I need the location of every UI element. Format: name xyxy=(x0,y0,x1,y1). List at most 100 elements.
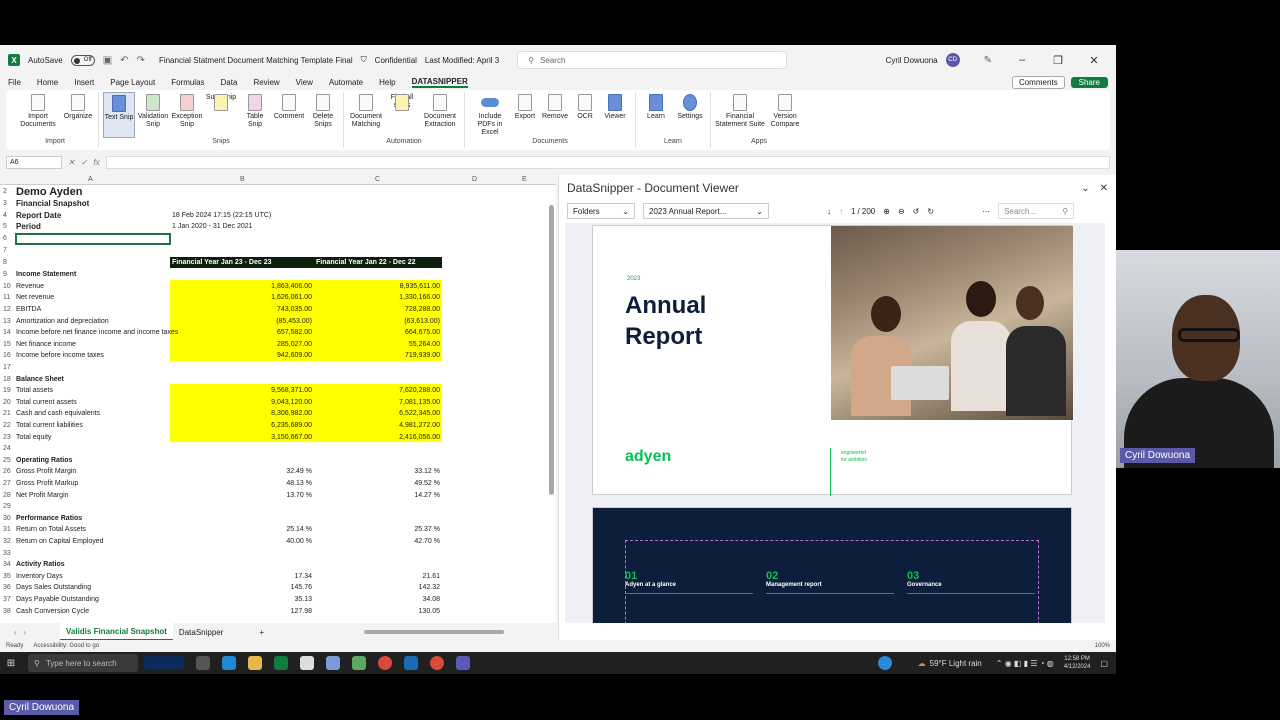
menu-data[interactable]: Data xyxy=(221,78,238,87)
page-number[interactable]: 1 xyxy=(851,207,855,216)
table-row[interactable]: 34 Activity Ratios xyxy=(0,559,545,571)
chevron-down-icon[interactable]: ⌄ xyxy=(1081,183,1099,194)
table-row[interactable]: 17 xyxy=(0,362,545,374)
zoom-level[interactable]: 100% xyxy=(1095,643,1116,649)
menu-datasnipper[interactable]: DATASNIPPER xyxy=(411,77,468,88)
table-row[interactable]: 27 Gross Profit Markup 48.13 % 49.52 % xyxy=(0,478,545,490)
row-number[interactable]: 34 xyxy=(0,561,14,568)
row-number[interactable]: 24 xyxy=(0,445,14,452)
table-row[interactable]: 30 Performance Ratios xyxy=(0,513,545,525)
row-number[interactable]: 36 xyxy=(0,584,14,591)
row-number[interactable]: 27 xyxy=(0,480,14,487)
row-number[interactable]: 33 xyxy=(0,550,14,557)
undo-icon[interactable]: ↶ xyxy=(120,55,128,66)
cell-fy22[interactable]: 14.27 % xyxy=(316,492,442,499)
rotate-left-icon[interactable]: ↺ xyxy=(913,207,920,216)
table-row[interactable]: 29 xyxy=(0,501,545,513)
name-box[interactable]: A6 xyxy=(6,155,62,169)
vertical-scrollbar[interactable] xyxy=(548,185,556,615)
cell-fy23[interactable]: (85,453.00) xyxy=(172,318,314,325)
cell-fy22[interactable]: 33.12 % xyxy=(316,468,442,475)
cell-fy23[interactable]: 8,306,982.00 xyxy=(172,410,314,417)
menu-help[interactable]: Help xyxy=(379,78,395,87)
selected-cell[interactable] xyxy=(15,233,171,245)
store-icon[interactable] xyxy=(300,656,314,670)
version-compare-button[interactable]: Version Compare xyxy=(767,92,803,138)
table-row[interactable]: 36 Days Sales Outstanding 145.76 142.32 xyxy=(0,582,545,594)
pen-icon[interactable]: ✎ xyxy=(984,55,992,66)
validation-snip-button[interactable]: Validation Snip xyxy=(137,92,169,138)
app-icon[interactable] xyxy=(352,656,366,670)
cell-fy22[interactable]: 21.61 xyxy=(316,573,442,580)
column-header[interactable]: A xyxy=(88,176,93,183)
teams-icon[interactable] xyxy=(456,656,470,670)
table-row[interactable]: 24 xyxy=(0,443,545,455)
restore-icon[interactable]: ❐ xyxy=(1044,54,1072,67)
ocr-button[interactable]: OCR xyxy=(573,92,597,138)
table-row[interactable]: 26 Gross Profit Margin 32.49 % 33.12 % xyxy=(0,466,545,478)
tray-icons[interactable]: ⌃ ◉ ◧ ▮ ☰ ◔ ◍ xyxy=(996,659,1054,668)
menu-page-layout[interactable]: Page Layout xyxy=(110,78,155,87)
cell-fy22[interactable]: 7,620,288.00 xyxy=(316,387,442,394)
document-extraction-button[interactable]: Document Extraction xyxy=(420,92,460,138)
row-number[interactable]: 12 xyxy=(0,306,14,313)
learn-button[interactable]: Learn xyxy=(640,92,672,138)
table-snip-button[interactable]: Table Snip xyxy=(239,92,271,138)
table-row[interactable]: 18 Balance Sheet xyxy=(0,373,545,385)
app-icon[interactable] xyxy=(326,656,340,670)
comment-button[interactable]: Comment xyxy=(273,92,305,138)
status-accessibility[interactable]: Accessibility: Good to go xyxy=(33,643,99,649)
menu-automate[interactable]: Automate xyxy=(329,78,363,87)
cell-fy23[interactable]: 9,043,120.00 xyxy=(172,399,314,406)
table-row[interactable]: 11 Net revenue 1,626,061.00 1,330,166.00 xyxy=(0,292,545,304)
last-modified[interactable]: Last Modified: April 3 xyxy=(425,56,499,65)
financial-statement-suite-button[interactable]: Financial Statement Suite xyxy=(715,92,765,138)
settings-button[interactable]: Settings xyxy=(674,92,706,138)
minimize-icon[interactable]: – xyxy=(1008,54,1036,66)
row-number[interactable]: 10 xyxy=(0,283,14,290)
row-number[interactable]: 28 xyxy=(0,492,14,499)
scroll-thumb[interactable] xyxy=(364,630,505,634)
row-number[interactable]: 23 xyxy=(0,434,14,441)
include-pdfs-toggle[interactable]: Include PDFs in Excel xyxy=(469,92,511,138)
cell-fy23[interactable]: 3,150,667.00 xyxy=(172,434,314,441)
menu-insert[interactable]: Insert xyxy=(74,78,94,87)
scroll-thumb[interactable] xyxy=(549,205,554,495)
import-documents-button[interactable]: Import Documents xyxy=(16,92,60,138)
table-row[interactable]: 21 Cash and cash equivalents 8,306,982.00 6… xyxy=(0,408,545,420)
app-icon[interactable] xyxy=(877,656,892,670)
row-number[interactable]: 30 xyxy=(0,515,14,522)
table-row[interactable]: 7 xyxy=(0,245,545,257)
row-number[interactable]: 16 xyxy=(0,352,14,359)
exception-snip-button[interactable]: Exception Snip xyxy=(171,92,203,138)
row-number[interactable]: 38 xyxy=(0,608,14,615)
cell-fy23[interactable]: 9,568,371.00 xyxy=(172,387,314,394)
weather-text[interactable]: 59°F Light rain xyxy=(930,659,982,668)
table-row[interactable]: 19 Total assets 9,568,371.00 7,620,288.00 xyxy=(0,385,545,397)
cell-fy22[interactable]: 4,981,272.00 xyxy=(316,422,442,429)
cell-fy23[interactable]: 6,235,689.00 xyxy=(172,422,314,429)
row-number[interactable]: 14 xyxy=(0,329,14,336)
spreadsheet-grid[interactable]: A B C D E Financial Year Jan 23 - Dec 23… xyxy=(0,175,556,623)
table-row[interactable]: 13 Amortization and depreciation (85,453.0… xyxy=(0,315,545,327)
export-button[interactable]: Export xyxy=(513,92,537,138)
tab-validis-financial-snapshot[interactable]: Validis Financial Snapshot xyxy=(60,623,173,641)
table-row[interactable]: 23 Total equity 3,150,667.00 2,416,056.00 xyxy=(0,431,545,443)
redo-icon[interactable]: ↷ xyxy=(137,55,145,66)
table-row[interactable]: 5 Period 1 Jan 2020 - 31 Dec 2021 xyxy=(0,221,545,233)
row-number[interactable]: 17 xyxy=(0,364,14,371)
table-row[interactable]: 12 EBITDA 743,035.00 728,288.00 xyxy=(0,304,545,316)
comments-button[interactable]: Comments xyxy=(1011,76,1065,89)
row-number[interactable]: 35 xyxy=(0,573,14,580)
cell-fy23[interactable]: 127.98 xyxy=(172,608,314,615)
cancel-icon[interactable]: ✕ xyxy=(68,158,75,167)
document-matching-button[interactable]: Document Matching xyxy=(348,92,384,138)
arrow-down-icon[interactable]: ↓ xyxy=(827,207,831,216)
cell-fy22[interactable]: 8,935,611.00 xyxy=(316,283,442,290)
cell-fy22[interactable]: 1,330,166.00 xyxy=(316,294,442,301)
taskbar-search[interactable]: ⚲ Type here to search xyxy=(28,654,138,672)
cell-fy22[interactable]: 2,416,056.00 xyxy=(316,434,442,441)
formula-input[interactable] xyxy=(105,155,1110,169)
row-number[interactable]: 13 xyxy=(0,318,14,325)
cell-fy23[interactable]: 40.00 % xyxy=(172,538,314,545)
